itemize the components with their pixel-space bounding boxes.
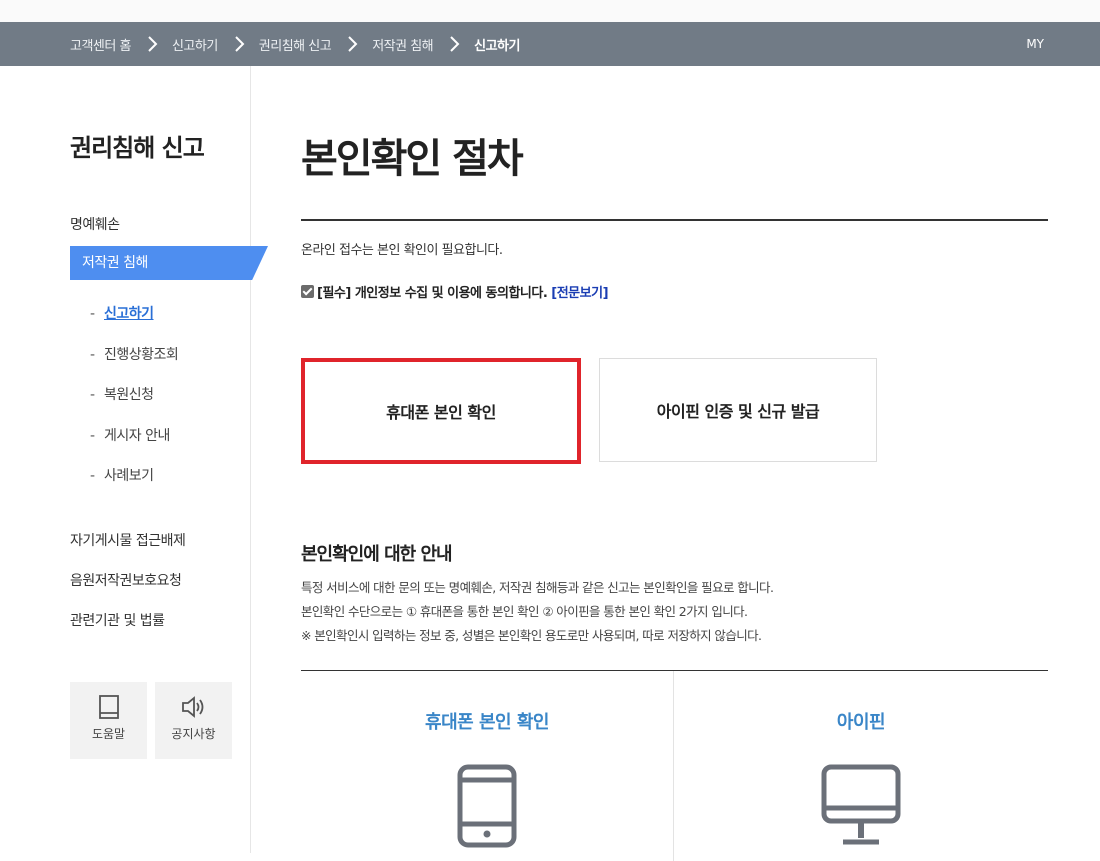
- sidebar-subitem-label: 신고하기: [104, 306, 154, 322]
- book-icon: [98, 695, 119, 719]
- guide-line: 본인확인 수단으로는 ① 휴대폰을 통한 본인 확인 ② 아이핀을 통한 본인 …: [301, 604, 748, 619]
- top-nav-bar: 고객센터 홈 신고하기 권리침해 신고 저작권 침해 신고하기 MY: [0, 22, 1100, 66]
- speaker-icon: [181, 696, 203, 718]
- sidebar: 권리침해 신고 명예훼손 저작권 침해 - 신고하기 - 진행상황조회 - 복원신청 …: [0, 66, 268, 853]
- sidebar-subitem-status[interactable]: - 진행상황조회: [90, 344, 179, 364]
- help-button[interactable]: 도움말: [70, 682, 147, 759]
- my-link[interactable]: MY: [1026, 22, 1044, 66]
- sidebar-item-defamation[interactable]: 명예훼손: [70, 214, 120, 234]
- sidebar-subitem-label: 진행상황조회: [104, 347, 179, 363]
- guide-line: 특정 서비스에 대한 문의 또는 명예훼손, 저작권 침해등과 같은 신고는 본…: [301, 580, 774, 595]
- column-divider: [673, 671, 674, 861]
- sidebar-subitem-label: 복원신청: [104, 387, 154, 403]
- method-title-ipin: 아이핀: [836, 712, 886, 733]
- chevron-right-icon: [348, 36, 358, 52]
- breadcrumb-home[interactable]: 고객센터 홈: [70, 35, 131, 54]
- phone-verification-button[interactable]: 휴대폰 본인 확인: [301, 358, 581, 464]
- breadcrumb-copyright[interactable]: 저작권 침해: [372, 35, 433, 54]
- sidebar-item-self-post[interactable]: 자기게시물 접근배제: [70, 530, 186, 550]
- help-label: 도움말: [91, 727, 126, 741]
- notice-button[interactable]: 공지사항: [155, 682, 232, 759]
- breadcrumb: 고객센터 홈 신고하기 권리침해 신고 저작권 침해 신고하기: [70, 22, 520, 66]
- sidebar-item-music[interactable]: 음원저작권보호요청: [70, 570, 182, 590]
- method-title-phone: 휴대폰 본인 확인: [425, 712, 549, 733]
- breadcrumb-rights-infringement[interactable]: 권리침해 신고: [259, 35, 332, 54]
- title-divider: [301, 219, 1048, 221]
- sidebar-item-law[interactable]: 관련기관 및 법률: [70, 610, 165, 630]
- sidebar-subitem-label: 사례보기: [104, 468, 154, 484]
- methods-divider: [301, 670, 1048, 671]
- sidebar-title: 권리침해 신고: [70, 134, 205, 162]
- consent-row: [필수] 개인정보 수집 및 이용에 동의합니다. [전문보기]: [301, 282, 609, 301]
- chevron-right-icon: [148, 36, 158, 52]
- sidebar-subitem-poster-guide[interactable]: - 게시자 안내: [90, 425, 170, 445]
- guide-title: 본인확인에 대한 안내: [301, 544, 453, 565]
- guide-line: ※ 본인확인시 입력하는 정보 중, 성별은 본인확인 용도로만 사용되며, 따…: [301, 628, 762, 643]
- consent-full-text-link[interactable]: [전문보기]: [551, 282, 608, 301]
- sidebar-item-copyright[interactable]: 저작권 침해: [70, 246, 268, 280]
- consent-checkbox[interactable]: [301, 285, 314, 298]
- notice-label: 공지사항: [171, 727, 216, 741]
- monitor-icon: [821, 764, 901, 845]
- chevron-right-icon: [235, 36, 245, 52]
- consent-label: [필수] 개인정보 수집 및 이용에 동의합니다.: [317, 286, 548, 301]
- ipin-verification-button[interactable]: 아이핀 인증 및 신규 발급: [599, 358, 877, 462]
- page-title: 본인확인 절차: [301, 136, 524, 182]
- intro-text: 온라인 접수는 본인 확인이 필요합니다.: [301, 243, 503, 258]
- sidebar-subitem-cases[interactable]: - 사례보기: [90, 465, 154, 485]
- breadcrumb-current[interactable]: 신고하기: [474, 35, 520, 54]
- top-strip: [0, 0, 1100, 22]
- mobile-phone-icon: [457, 764, 517, 848]
- sidebar-subitem-label: 게시자 안내: [104, 428, 170, 444]
- sidebar-subitem-report[interactable]: - 신고하기: [90, 303, 154, 323]
- chevron-right-icon: [450, 36, 460, 52]
- sidebar-subitem-restore[interactable]: - 복원신청: [90, 384, 154, 404]
- breadcrumb-report[interactable]: 신고하기: [172, 35, 218, 54]
